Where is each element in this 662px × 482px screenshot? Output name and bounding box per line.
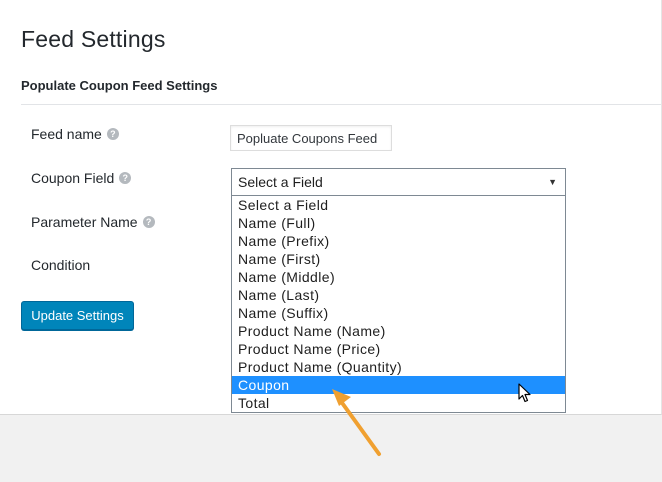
- help-icon[interactable]: ?: [142, 216, 155, 228]
- dropdown-option[interactable]: Product Name (Name): [232, 322, 565, 340]
- dropdown-option[interactable]: Name (Middle): [232, 268, 565, 286]
- coupon-field-label-row: Coupon Field ?: [31, 170, 132, 186]
- coupon-field-label: Coupon Field: [31, 170, 115, 186]
- help-icon[interactable]: ?: [106, 128, 119, 140]
- dropdown-option[interactable]: Name (Last): [232, 286, 565, 304]
- parameter-name-label: Parameter Name: [31, 214, 138, 230]
- dropdown-option-highlighted[interactable]: Coupon: [232, 376, 565, 394]
- dropdown-option[interactable]: Name (First): [232, 250, 565, 268]
- condition-label-row: Condition: [31, 257, 90, 273]
- condition-label: Condition: [31, 257, 91, 273]
- dropdown-option[interactable]: Product Name (Price): [232, 340, 565, 358]
- parameter-name-label-row: Parameter Name ?: [31, 214, 155, 230]
- feed-name-label: Feed name: [31, 126, 102, 142]
- select-value: Select a Field: [238, 174, 323, 190]
- dropdown-option[interactable]: Name (Suffix): [232, 304, 565, 322]
- page-title: Feed Settings: [21, 26, 166, 52]
- coupon-field-dropdown-list[interactable]: Select a Field Name (Full) Name (Prefix)…: [231, 196, 566, 413]
- dropdown-option[interactable]: Total: [232, 394, 565, 412]
- update-settings-button[interactable]: Update Settings: [21, 301, 134, 330]
- dropdown-option[interactable]: Name (Prefix): [232, 232, 565, 250]
- annotation-arrow-icon: [332, 389, 381, 456]
- dropdown-option[interactable]: Product Name (Quantity): [232, 358, 565, 376]
- section-divider: [21, 104, 661, 105]
- dropdown-option[interactable]: Select a Field: [232, 196, 565, 214]
- section-title: Populate Coupon Feed Settings: [21, 78, 218, 93]
- dropdown-option[interactable]: Name (Full): [232, 214, 565, 232]
- help-icon[interactable]: ?: [119, 172, 132, 184]
- coupon-field-select[interactable]: Select a Field ▼: [231, 168, 566, 196]
- feed-name-input[interactable]: [230, 125, 392, 151]
- chevron-down-icon: ▼: [548, 177, 557, 187]
- feed-name-label-row: Feed name ?: [31, 126, 119, 142]
- mouse-pointer-icon: [518, 383, 531, 403]
